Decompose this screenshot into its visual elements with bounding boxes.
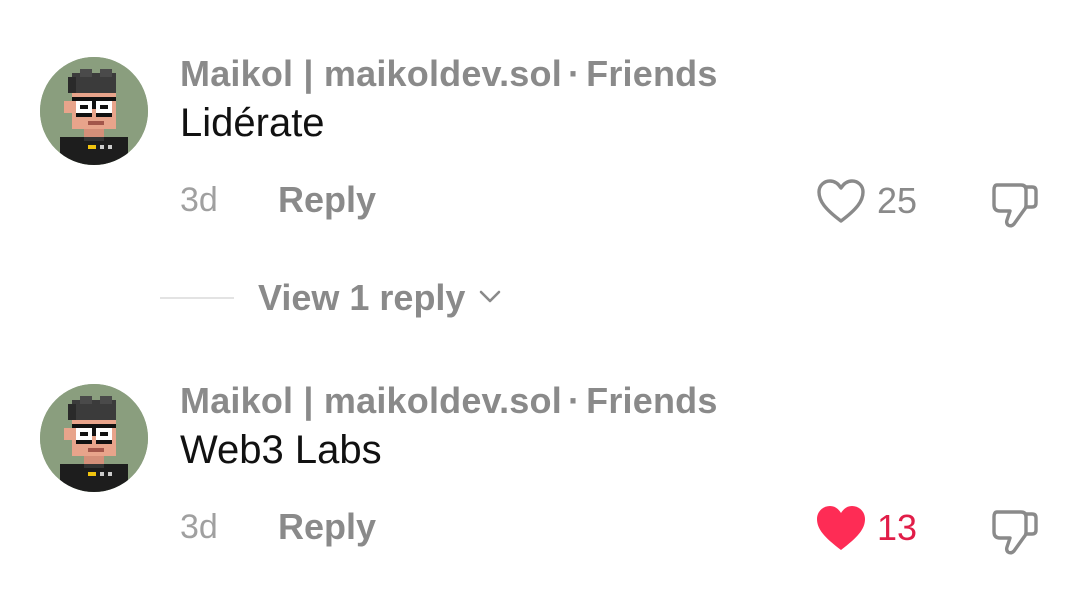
reply-button[interactable]: Reply <box>278 179 376 221</box>
relation-label: Friends <box>586 53 718 94</box>
like-count: 25 <box>877 180 918 221</box>
author-name: Maikol | maikoldev.sol <box>180 380 562 421</box>
comment-item: Maikol | maikoldev.sol · Friends Lidérate … <box>0 53 1079 257</box>
reply-button[interactable]: Reply <box>278 506 376 548</box>
avatar[interactable] <box>40 384 148 492</box>
dislike-icon <box>988 175 1044 231</box>
relation-label: Friends <box>586 380 718 421</box>
view-replies-button[interactable]: View 1 reply <box>160 276 505 320</box>
avatar[interactable] <box>40 57 148 165</box>
author-name: Maikol | maikoldev.sol <box>180 53 562 94</box>
comment-text: Lidérate <box>180 101 325 145</box>
comment-text: Web3 Labs <box>180 428 382 472</box>
like-button[interactable]: 25 <box>815 175 917 227</box>
dislike-button[interactable] <box>988 175 1044 231</box>
comment-time: 3d <box>180 508 218 546</box>
chevron-down-icon <box>465 281 505 316</box>
dislike-icon <box>988 502 1044 558</box>
heart-filled-icon <box>815 504 867 552</box>
dislike-button[interactable] <box>988 502 1044 558</box>
like-button[interactable]: 13 <box>815 502 917 554</box>
author-separator: · <box>567 380 581 421</box>
divider-line <box>160 297 234 299</box>
comment-item: Maikol | maikoldev.sol · Friends Web3 Labs… <box>0 380 1079 584</box>
like-count: 13 <box>877 507 918 548</box>
comment-time: 3d <box>180 181 218 219</box>
view-replies-label: View 1 reply <box>258 277 466 318</box>
author-separator: · <box>567 53 581 94</box>
comment-author[interactable]: Maikol | maikoldev.sol · Friends <box>180 380 718 422</box>
comment-author[interactable]: Maikol | maikoldev.sol · Friends <box>180 53 718 95</box>
heart-outline-icon <box>815 177 867 225</box>
